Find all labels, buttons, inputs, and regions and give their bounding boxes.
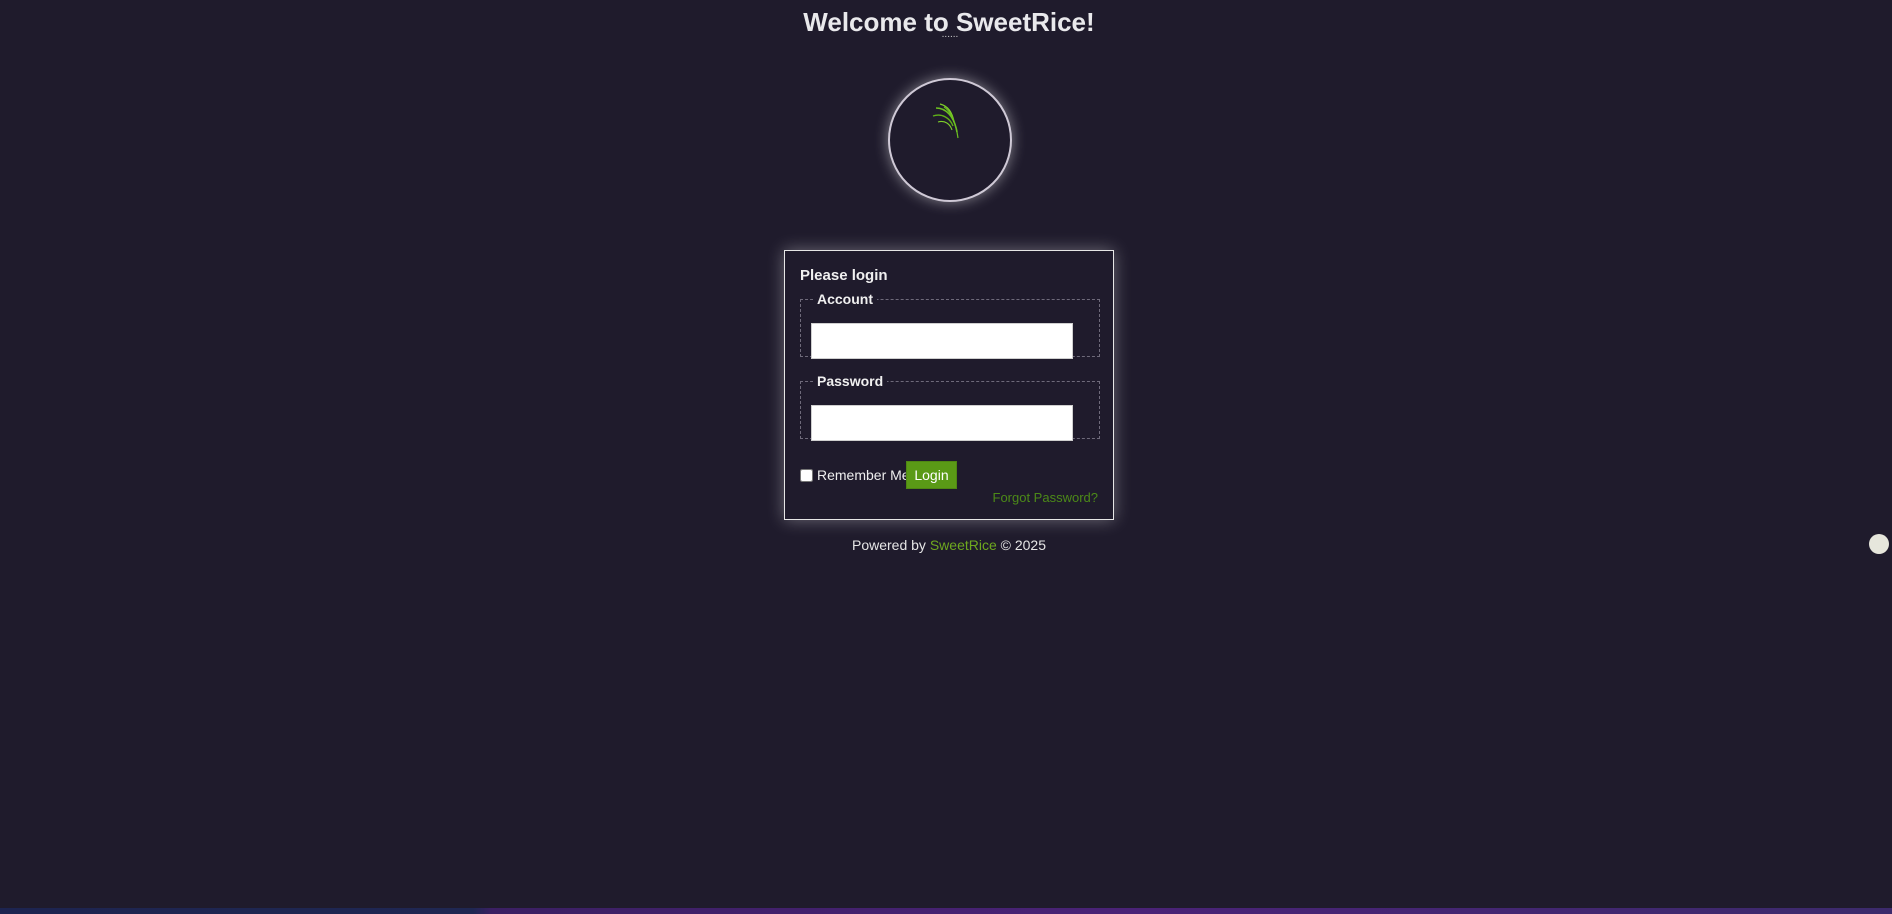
footer-prefix: Powered by	[852, 537, 926, 553]
login-page: Welcome to SweetRice! ...... Please logi…	[0, 0, 1892, 914]
footer-copyright: © 2025	[1000, 537, 1046, 553]
footer-brand-link[interactable]: SweetRice	[930, 537, 997, 553]
account-input[interactable]	[811, 323, 1073, 359]
login-form: Please login Account Password Remember M…	[784, 250, 1114, 520]
remember-me-checkbox[interactable]	[800, 468, 813, 482]
rice-leaf-icon	[932, 103, 959, 139]
password-fieldset: Password	[800, 373, 1100, 441]
footer: Powered by SweetRice © 2025	[0, 537, 1892, 553]
login-heading: Please login	[800, 267, 888, 284]
remember-me[interactable]: Remember Me	[800, 467, 910, 483]
account-label: Account	[817, 291, 873, 307]
login-button[interactable]: Login	[906, 461, 957, 489]
account-fieldset: Account	[800, 291, 1100, 359]
bottom-accent-bar	[0, 908, 1892, 914]
password-input[interactable]	[811, 405, 1073, 441]
remember-me-label: Remember Me	[817, 467, 910, 483]
site-logo	[888, 78, 1012, 202]
title-underline-dots: ......	[941, 29, 959, 40]
forgot-password-link[interactable]: Forgot Password?	[993, 490, 1099, 505]
floating-widget-button[interactable]	[1869, 534, 1889, 554]
password-label: Password	[817, 373, 884, 389]
